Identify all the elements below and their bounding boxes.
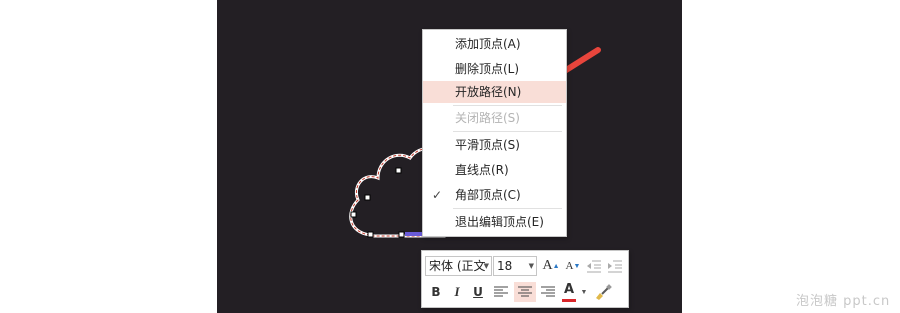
menu-item-open-path[interactable]: 开放路径(N) [423,81,566,103]
decrease-indent-icon [587,260,601,273]
increase-indent-icon [608,260,622,273]
checkmark-icon: ✓ [432,188,443,202]
chevron-down-icon[interactable]: ▼ [484,257,489,275]
chevron-down-icon[interactable]: ▼ [529,257,534,275]
menu-item-smooth-vertex[interactable]: 平滑顶点(S) [423,134,566,156]
watermark: 泡泡糖 ppt.cn [796,294,891,309]
menu-item-corner-vertex[interactable]: ✓ 角部顶点(C) [423,184,566,206]
menu-separator [453,131,562,132]
menu-item-straight-point[interactable]: 直线点(R) [423,159,566,181]
caret-down-icon: ▼ [573,262,581,270]
menu-separator [453,105,562,106]
font-color-bar [562,299,576,302]
align-left-icon [494,286,508,297]
align-center-button[interactable] [514,282,536,302]
italic-button[interactable]: I [448,282,466,302]
menu-item-delete-vertex[interactable]: 删除顶点(L) [423,58,566,80]
menu-item-exit-edit-vertex[interactable]: 退出编辑顶点(E) [423,211,566,233]
align-left-button[interactable] [491,282,511,302]
font-name-combo[interactable]: 宋体 (正文 ▼ [425,256,492,276]
decrease-indent-button [584,256,604,276]
grow-font-button[interactable]: A▲ [541,256,561,276]
align-center-icon [518,286,532,297]
menu-item-add-vertex[interactable]: 添加顶点(A) [423,33,566,55]
format-painter-button[interactable] [592,282,614,302]
mini-toolbar: 宋体 (正文 ▼ 18 ▼ A▲ A▼ B I U A ▼ [421,250,629,308]
chevron-down-icon[interactable]: ▼ [579,282,589,302]
increase-indent-button [605,256,625,276]
shrink-font-button[interactable]: A▼ [563,256,583,276]
menu-item-close-path: 关闭路径(S) [455,111,520,125]
underline-button[interactable]: U [469,282,487,302]
context-menu: 添加顶点(A) 删除顶点(L) 开放路径(N) 关闭路径(S) 平滑顶点(S) … [422,29,567,237]
align-right-button[interactable] [538,282,558,302]
format-painter-icon [596,284,612,300]
caret-up-icon: ▲ [552,262,560,270]
align-right-icon [541,286,555,297]
bold-button[interactable]: B [427,282,445,302]
font-size-combo[interactable]: 18 ▼ [493,256,537,276]
menu-separator [453,208,562,209]
font-color-button[interactable]: A [560,281,578,302]
